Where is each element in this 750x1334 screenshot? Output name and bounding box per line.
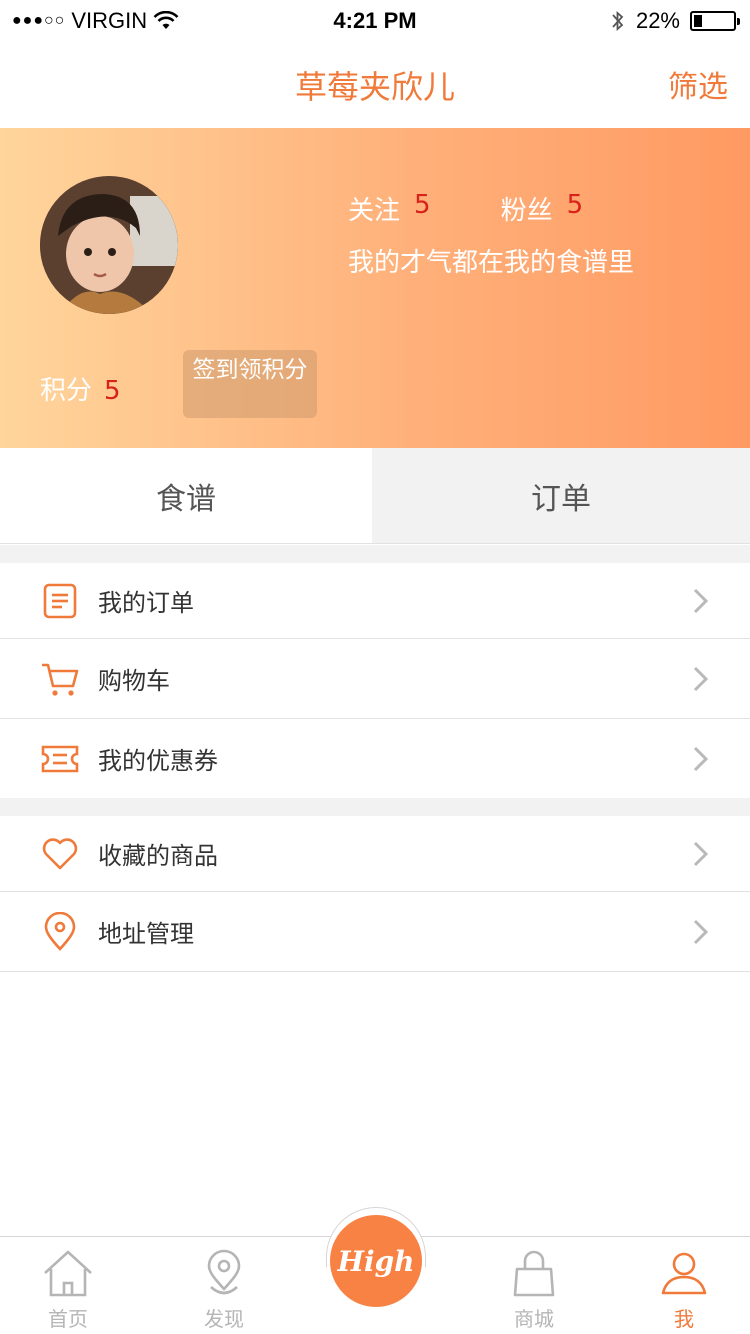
chevron-right-icon — [693, 841, 709, 866]
shopping-bag-icon — [513, 1250, 555, 1297]
points: 积分 5 — [40, 370, 121, 407]
menu-item-cart[interactable]: 购物车 — [0, 639, 750, 719]
tabbar-label: 发现 — [204, 1307, 244, 1331]
tabbar-discover[interactable]: 发现 — [164, 1247, 284, 1332]
tabbar-label: 我 — [674, 1307, 694, 1331]
menu-item-favorites[interactable]: 收藏的商品 — [0, 816, 750, 892]
profile-bio: 我的才气都在我的食谱里 — [348, 248, 635, 278]
content-tabs: 食谱 订单 — [0, 448, 750, 544]
chevron-right-icon — [693, 588, 709, 613]
menu-item-label: 购物车 — [98, 667, 170, 695]
tabbar-home[interactable]: 首页 — [8, 1247, 128, 1332]
location-pin-icon — [44, 911, 76, 951]
menu-item-address[interactable]: 地址管理 — [0, 892, 750, 972]
coupon-icon — [41, 745, 79, 772]
cart-icon — [42, 663, 79, 696]
menu-item-label: 收藏的商品 — [98, 842, 218, 870]
avatar[interactable] — [40, 176, 178, 314]
user-icon — [661, 1252, 707, 1295]
high-center-button[interactable]: High — [330, 1215, 422, 1307]
fans-label[interactable]: 粉丝 — [501, 190, 553, 227]
profile-header: 关注 5 粉丝 5 我的才气都在我的食谱里 积分 5 签到领积分 — [0, 128, 750, 448]
points-value: 5 — [104, 376, 121, 406]
checkin-button[interactable]: 签到领积分 — [183, 350, 317, 418]
menu-item-label: 地址管理 — [98, 920, 194, 948]
menu-item-coupons[interactable]: 我的优惠券 — [0, 719, 750, 798]
follow-label[interactable]: 关注 — [348, 190, 400, 227]
menu-group-favorites: 收藏的商品 地址管理 — [0, 816, 750, 972]
tab-recipes[interactable]: 食谱 — [0, 448, 372, 543]
heart-icon — [42, 837, 78, 869]
map-pin-icon — [207, 1249, 241, 1295]
battery-icon — [690, 11, 740, 31]
tabbar-me[interactable]: 我 — [624, 1247, 744, 1332]
tabbar-mall[interactable]: 商城 — [474, 1247, 594, 1332]
menu-item-my-orders[interactable]: 我的订单 — [0, 563, 750, 639]
follow-stats: 关注 5 粉丝 5 — [348, 190, 583, 227]
tabbar-label: 商城 — [514, 1307, 554, 1331]
home-icon — [44, 1250, 92, 1297]
nav-bar: 草莓夹欣儿 筛选 — [0, 40, 750, 128]
points-label: 积分 — [40, 376, 93, 406]
menu-item-label: 我的订单 — [98, 589, 194, 617]
chevron-right-icon — [693, 746, 709, 771]
order-list-icon — [43, 583, 77, 618]
tabbar-label: 首页 — [48, 1307, 88, 1331]
menu-group-orders: 我的订单 购物车 我的优惠券 — [0, 563, 750, 798]
battery-percent: 22% — [635, 8, 680, 33]
section-divider — [0, 798, 750, 816]
chevron-right-icon — [693, 666, 709, 691]
section-divider — [0, 545, 750, 563]
status-bar: ●●●○○ VIRGIN 4:21 PM 22% — [0, 0, 750, 40]
page-title: 草莓夹欣儿 — [294, 68, 455, 106]
bottom-tab-bar: 首页 发现 High 商城 我 — [0, 1207, 750, 1334]
tab-orders[interactable]: 订单 — [372, 448, 750, 543]
chevron-right-icon — [693, 919, 709, 944]
bluetooth-icon — [612, 10, 624, 32]
follow-count[interactable]: 5 — [414, 190, 431, 227]
filter-button[interactable]: 筛选 — [668, 62, 728, 106]
menu-item-label: 我的优惠券 — [98, 747, 218, 775]
fans-count[interactable]: 5 — [567, 190, 584, 227]
battery-level — [694, 15, 702, 27]
